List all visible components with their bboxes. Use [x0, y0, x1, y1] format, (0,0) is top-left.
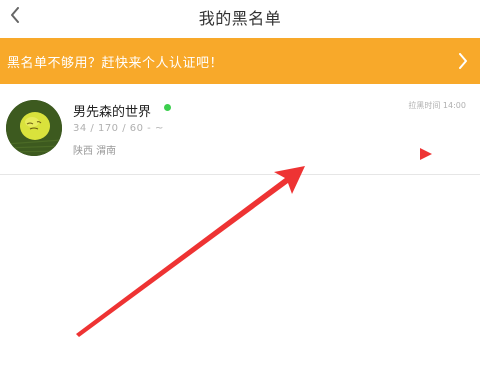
online-status-dot — [164, 104, 171, 111]
row-divider — [0, 174, 480, 175]
chevron-right-icon — [459, 53, 467, 69]
user-nickname: 男先森的世界 — [73, 105, 152, 120]
certification-banner[interactable]: 黑名单不够用？赶快来个人认证吧！ — [0, 38, 480, 84]
user-location: 陕西 渭南 — [73, 146, 117, 157]
avatar-image — [6, 100, 62, 156]
blacklist-page: 我的黑名单 黑名单不够用？赶快来个人认证吧！ 男先森的世界 34 / 170 / — [0, 0, 480, 388]
banner-text: 黑名单不够用？赶快来个人认证吧！ — [7, 56, 224, 71]
blocked-user-row[interactable]: 男先森的世界 34 / 170 / 60 - ~ 陕西 渭南 拉黑时间 14:0… — [0, 88, 480, 174]
avatar[interactable] — [6, 100, 62, 156]
nav-bar: 我的黑名单 — [0, 0, 480, 34]
page-title: 我的黑名单 — [198, 9, 282, 28]
user-stats: 34 / 170 / 60 - ~ — [73, 123, 164, 134]
block-time: 拉黑时间 14:00 — [408, 101, 466, 110]
